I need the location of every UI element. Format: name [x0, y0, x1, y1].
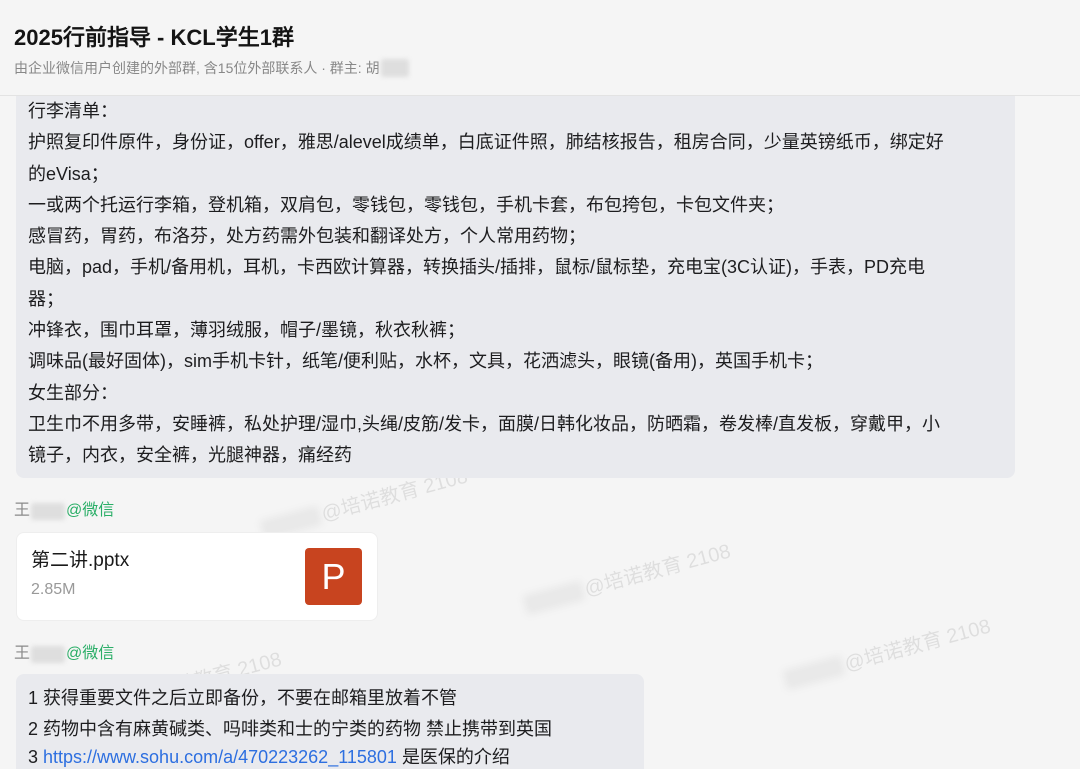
watermark-name-blur — [522, 580, 586, 616]
sender-surname: 王 — [14, 502, 31, 519]
message-line: 3 https://www.sohu.com/a/470223262_115801… — [28, 745, 644, 769]
sender-surname: 王 — [14, 645, 31, 662]
redacted-name — [31, 502, 66, 520]
line-number: 3 — [28, 747, 39, 767]
message-line: 2 药物中含有麻黄碱类、吗啡类和士的宁类的药物 禁止携带到英国 — [28, 719, 553, 739]
message-line: 感冒药，胃药，布洛芬，处方药需外包装和翻译处方，个人常用药物； — [28, 226, 586, 247]
message-line: 护照复印件原件，身份证，offer，雅思/alevel成绩单，白底证件照，肺结核… — [28, 132, 944, 153]
message-line: 1 获得重要文件之后立即备份，不要在邮箱里放着不管 — [28, 688, 458, 708]
group-title: 2025行前指导 - KCL学生1群 — [14, 25, 294, 50]
redacted-owner-name — [380, 59, 409, 77]
message-line: 电脑，pad，手机/备用机，耳机，卡西欧计算器，转换插头/插排，鼠标/鼠标垫，充… — [28, 257, 926, 278]
sender-source-tag: @微信 — [66, 502, 115, 519]
sender-name[interactable]: 王 @微信 — [14, 501, 114, 521]
powerpoint-icon: P — [305, 548, 362, 605]
file-name: 第二讲.pptx — [31, 550, 130, 571]
message-line: 女生部分： — [28, 382, 118, 403]
redacted-name — [31, 645, 66, 663]
watermark-name-blur — [782, 655, 846, 691]
message-bubble[interactable]: 行李清单： 护照复印件原件，身份证，offer，雅思/alevel成绩单，白底证… — [16, 96, 1015, 478]
file-card[interactable]: 第二讲.pptx 2.85M P — [16, 532, 378, 621]
message-line: 器； — [28, 288, 64, 309]
watermark-text: @培诺教育 2108 — [842, 615, 994, 676]
message-line: 调味品(最好固体)，sim手机卡针，纸笔/便利贴，水杯，文具，花洒滤头，眼镜(备… — [28, 351, 823, 372]
message-line: 行李清单： — [28, 101, 118, 121]
watermark-text: @培诺教育 2108 — [582, 540, 734, 601]
message-list[interactable]: @培诺教育 2108 @培诺教育 2108 @培诺教育 2108 @培诺教育 2… — [0, 96, 1080, 769]
message-line: 冲锋衣，围巾耳罩，薄羽绒服，帽子/墨镜，秋衣秋裤； — [28, 320, 465, 341]
chat-header: 2025行前指导 - KCL学生1群 由企业微信用户创建的外部群, 含15位外部… — [0, 0, 1080, 96]
sender-source-tag: @微信 — [66, 645, 115, 662]
message-link[interactable]: https://www.sohu.com/a/470223262_115801 — [43, 745, 397, 769]
link-description: 是医保的介绍 — [401, 747, 510, 767]
group-subtitle: 由企业微信用户创建的外部群, 含15位外部联系人 · 群主: 胡 — [14, 60, 380, 76]
file-size: 2.85M — [31, 581, 76, 598]
message-line: 一或两个托运行李箱，登机箱，双肩包，零钱包，零钱包，手机卡套，布包挎包，卡包文件… — [28, 194, 784, 215]
message-line: 卫生巾不用多带，安睡裤，私处护理/湿巾,头绳/皮筋/发卡，面膜/日韩化妆品，防晒… — [28, 413, 941, 434]
message-bubble[interactable]: 1 获得重要文件之后立即备份，不要在邮箱里放着不管 2 药物中含有麻黄碱类、吗啡… — [16, 674, 644, 769]
sender-name[interactable]: 王 @微信 — [14, 644, 114, 664]
message-line: 镜子，内衣，安全裤，光腿神器，痛经药 — [28, 445, 352, 466]
group-info-row: 由企业微信用户创建的外部群, 含15位外部联系人 · 群主: 胡 — [14, 58, 409, 78]
message-line: 的eVisa； — [28, 163, 109, 184]
